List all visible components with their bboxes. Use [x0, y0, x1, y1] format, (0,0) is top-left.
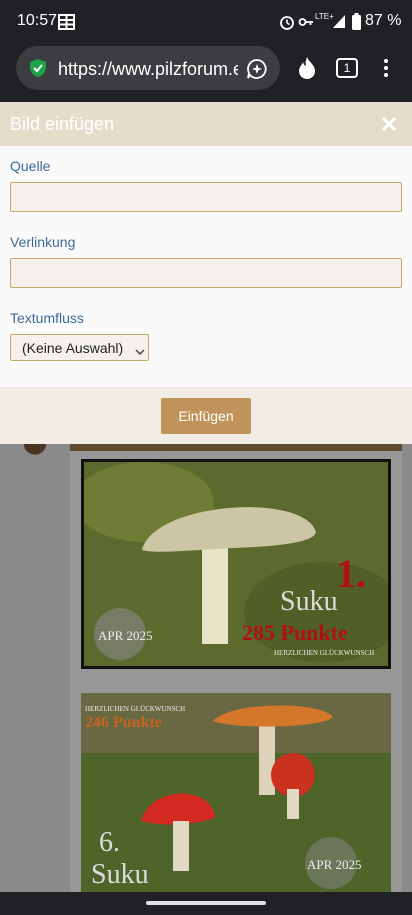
mushroom-photo-2: HERZLICHEN GLÜCKWUNSCH 246 Punkte 6. Suk… [81, 693, 391, 892]
dialog-title: Bild einfügen [10, 114, 115, 134]
url-text[interactable]: https://www.pilzforum.e [58, 59, 238, 80]
points-label-1: 285 Punkte [242, 620, 348, 645]
greeting-label-2: HERZLICHEN GLÜCKWUNSCH [85, 705, 185, 713]
photographer-label-2: Suku [91, 859, 149, 890]
source-input[interactable] [10, 182, 402, 212]
text-wrap-select[interactable]: (Keine Auswahl) [10, 334, 149, 361]
photographer-label-1: Suku [280, 586, 338, 617]
rank-label-2: 6. [99, 827, 120, 858]
address-bar[interactable]: https://www.pilzforum.e [16, 46, 280, 90]
text-wrap-selected: (Keine Auswahl) [22, 340, 124, 356]
link-label: Verlinkung [10, 234, 76, 250]
clock: 10:57 [17, 12, 58, 29]
assistant-icon[interactable] [246, 58, 268, 85]
source-label: Quelle [10, 158, 51, 174]
badge-label-1: APR 2025 [98, 628, 153, 643]
rank-label-1: 1. [336, 551, 366, 596]
browser-toolbar: https://www.pilzforum.e 1 [0, 44, 412, 102]
text-wrap-label: Textumfluss [10, 310, 84, 326]
more-menu-icon[interactable] [383, 58, 389, 83]
home-gesture-handle[interactable] [146, 901, 266, 905]
dialog-title-bar: Bild einfügen [0, 102, 412, 146]
dialog-footer: Einfügen [0, 387, 412, 444]
secure-shield-icon[interactable] [28, 58, 48, 83]
alarm-icon [279, 14, 295, 35]
greeting-label-1: HERZLICHEN GLÜCKWUNSCH [274, 649, 374, 657]
fire-icon[interactable] [296, 56, 318, 85]
key-icon [298, 14, 314, 35]
battery-level: 87 % [365, 12, 402, 29]
status-bar: 10:57 LTE+ 87 % [0, 0, 412, 44]
tabs-button[interactable]: 1 [336, 58, 358, 78]
contest-photo-1: 1. Suku 285 Punkte HERZLICHEN GLÜCKWUNSC… [81, 459, 391, 669]
grid-icon [58, 14, 75, 35]
mushroom-photo-1: 1. Suku 285 Punkte HERZLICHEN GLÜCKWUNSC… [84, 462, 388, 666]
system-navigation-bar [0, 892, 412, 915]
chevron-down-icon [135, 343, 145, 359]
link-input[interactable] [10, 258, 402, 288]
insert-button[interactable]: Einfügen [161, 398, 251, 434]
close-icon[interactable] [381, 116, 397, 137]
post-header-bar [70, 443, 402, 451]
badge-label-2: APR 2025 [307, 857, 362, 872]
signal-icon [332, 14, 346, 34]
network-label: LTE+ [315, 12, 334, 21]
contest-photo-2: HERZLICHEN GLÜCKWUNSCH 246 Punkte 6. Suk… [81, 693, 391, 892]
points-label-2: 246 Punkte [85, 714, 162, 731]
battery-icon [352, 13, 361, 35]
insert-image-dialog: Bild einfügen Quelle Verlinkung Textumfl… [0, 102, 412, 444]
